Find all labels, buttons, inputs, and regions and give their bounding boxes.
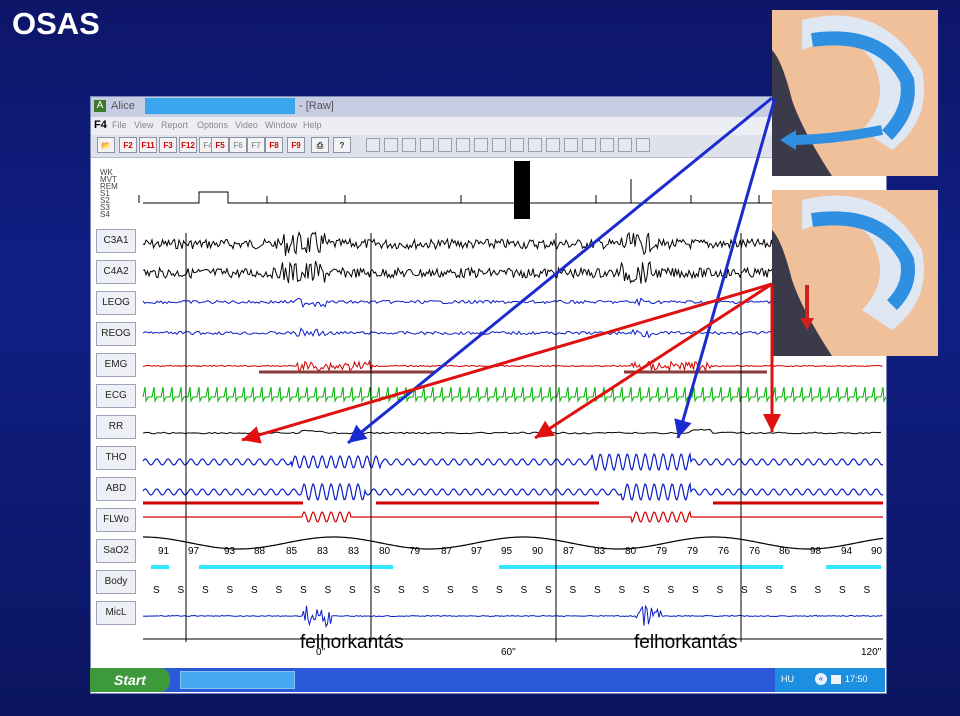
- body-position-marker: S: [398, 585, 405, 596]
- start-button[interactable]: Start: [90, 668, 170, 692]
- body-position-marker: S: [521, 585, 528, 596]
- rr-trace: [142, 428, 882, 435]
- body-position-marker: S: [790, 585, 797, 596]
- sao2-value: 86: [779, 546, 791, 557]
- clock: 17:50: [845, 674, 868, 684]
- tho-trace: [142, 451, 884, 472]
- time-label: 120": [861, 647, 882, 658]
- body-position-marker: S: [815, 585, 822, 596]
- body-position-marker: S: [153, 585, 160, 596]
- sao2-value: 97: [471, 546, 483, 557]
- sao2-value: 80: [379, 546, 391, 557]
- sao2-value: 76: [749, 546, 761, 557]
- sao2-value: 76: [718, 546, 730, 557]
- body-position-marker: S: [472, 585, 479, 596]
- sao2-value: 79: [656, 546, 668, 557]
- sao2-value: 90: [532, 546, 544, 557]
- body-position-marker: S: [570, 585, 577, 596]
- arousal-label-left: felhorkantás: [300, 632, 404, 653]
- body-position-marker: S: [178, 585, 185, 596]
- body-position-marker: S: [839, 585, 846, 596]
- sao2-value: 91: [158, 546, 170, 557]
- sao2-value: 93: [224, 546, 236, 557]
- body-position-marker: S: [374, 585, 381, 596]
- body-position-marker: S: [643, 585, 650, 596]
- ecg-trace: [142, 386, 886, 403]
- body-position-marker: S: [594, 585, 601, 596]
- body-position-marker: S: [276, 585, 283, 596]
- sao2-value: 90: [871, 546, 883, 557]
- body-position-marker: S: [692, 585, 699, 596]
- sao2-value: 94: [841, 546, 853, 557]
- body-position-marker: S: [741, 585, 748, 596]
- hypnogram-artifact-block: [514, 161, 530, 219]
- signal-plot: 91 97 93 88 85 83 83 80 79 87 97 95 90 87 83 80 79 79 76 76…: [138, 161, 886, 658]
- body-position-marker: S: [717, 585, 724, 596]
- system-tray: HU « 17:50: [775, 668, 885, 692]
- body-position-marker: S: [668, 585, 675, 596]
- tray-expand-icon[interactable]: «: [815, 673, 827, 685]
- taskbar-window-button[interactable]: [180, 671, 295, 689]
- arousal-label-right: felhorkantás: [634, 632, 738, 653]
- sao2-value: 79: [687, 546, 699, 557]
- body-position-marker: S: [423, 585, 430, 596]
- mic-trace: [142, 604, 883, 628]
- sao2-value: 85: [286, 546, 298, 557]
- body-position-marker: S: [619, 585, 626, 596]
- sao2-value: 87: [441, 546, 453, 557]
- body-position-marker: S: [202, 585, 209, 596]
- obstructed-airway-illustration: [772, 190, 938, 356]
- polysomnography-window: A Alice - [Raw] F4 File View Report Opti…: [90, 96, 887, 694]
- sao2-value: 80: [625, 546, 637, 557]
- taskbar: Start HU « 17:50: [90, 668, 885, 692]
- sao2-value: 98: [810, 546, 822, 557]
- body-position-marker: S: [496, 585, 503, 596]
- body-position-marker: S: [251, 585, 258, 596]
- body-position-marker: S: [325, 585, 332, 596]
- flow-trace: [143, 510, 883, 524]
- slide-title: OSAS: [12, 6, 100, 41]
- body-position-marker: S: [227, 585, 234, 596]
- abd-trace: [142, 481, 884, 502]
- sao2-value: 79: [409, 546, 421, 557]
- sao2-value: 83: [594, 546, 606, 557]
- emg-trace: [142, 359, 883, 373]
- body-position-marker: S: [349, 585, 356, 596]
- sao2-value: 95: [501, 546, 513, 557]
- open-airway-illustration: [772, 10, 938, 176]
- body-position-marker: S: [864, 585, 871, 596]
- sao2-value: 87: [563, 546, 575, 557]
- sao2-value: 83: [317, 546, 329, 557]
- body-position-marker: S: [545, 585, 552, 596]
- sao2-value: 97: [188, 546, 200, 557]
- sao2-value: 83: [348, 546, 360, 557]
- language-indicator[interactable]: HU: [781, 674, 794, 684]
- time-label: 60": [501, 647, 516, 658]
- body-position-marker: S: [766, 585, 773, 596]
- body-position-marker: S: [447, 585, 454, 596]
- tray-app-icon[interactable]: [831, 675, 841, 684]
- sao2-value: 88: [254, 546, 266, 557]
- body-position-marker: S: [300, 585, 307, 596]
